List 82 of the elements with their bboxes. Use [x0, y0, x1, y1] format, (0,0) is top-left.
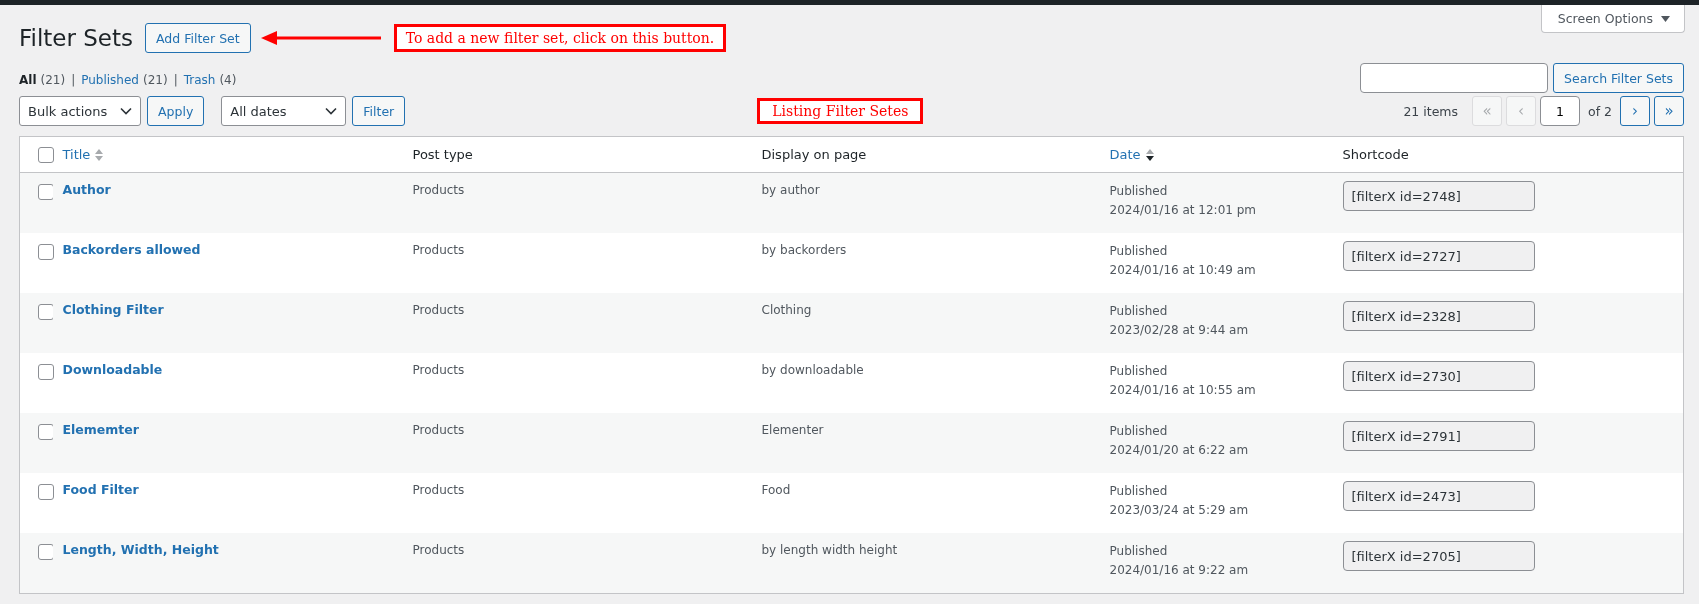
shortcode-field[interactable]: [filterX id=2473] [1342, 481, 1535, 511]
view-count: (21) [143, 73, 168, 87]
status-text: Published [1109, 543, 1169, 560]
post-type-text: Products [412, 543, 465, 557]
shortcode-field[interactable]: [filterX id=2705] [1342, 541, 1535, 571]
date-text: 2023/03/24 at 5:29 am [1109, 502, 1250, 519]
triangle-down-icon [1661, 15, 1670, 22]
view-count: (4) [219, 73, 237, 87]
row-checkbox[interactable] [38, 244, 54, 260]
title-link[interactable]: Food Filter [62, 482, 139, 497]
column-header: Shortcode [1342, 147, 1409, 162]
shortcode-field[interactable]: [filterX id=2748] [1342, 181, 1535, 211]
page-nav-button[interactable]: » [1654, 96, 1684, 126]
row-checkbox[interactable] [38, 484, 54, 500]
date-text: 2024/01/16 at 10:49 am [1109, 262, 1257, 279]
title-link[interactable]: Downloadable [62, 362, 163, 377]
page-nav-button[interactable]: › [1620, 96, 1650, 126]
column-header: Display on page [761, 147, 867, 162]
status-text: Published [1109, 483, 1169, 500]
row-checkbox[interactable] [38, 304, 54, 320]
filter-button[interactable]: Filter [352, 96, 406, 126]
post-type-text: Products [412, 483, 465, 497]
chevron-down-icon [325, 107, 338, 115]
status-text: Published [1109, 363, 1169, 380]
title-link[interactable]: Length, Width, Height [62, 542, 219, 557]
title-link[interactable]: Author [62, 182, 111, 197]
post-type-text: Products [412, 183, 465, 197]
post-type-text: Products [412, 243, 465, 257]
status-text: Published [1109, 183, 1169, 200]
shortcode-field[interactable]: [filterX id=2727] [1342, 241, 1535, 271]
select-all-checkbox[interactable] [38, 146, 54, 163]
page-title: Filter Sets [19, 25, 134, 51]
page-total: of 2 [1588, 103, 1612, 119]
chevron-down-icon [120, 107, 132, 115]
display-page-text: by author [761, 183, 820, 197]
post-type-text: Products [412, 303, 465, 317]
display-page-text: Clothing [761, 303, 812, 317]
post-type-text: Products [412, 363, 465, 377]
annotation-note: To add a new filter set, click on this button. [393, 24, 727, 52]
page-number-field[interactable]: 1 [1540, 96, 1580, 126]
shortcode-field[interactable]: [filterX id=2328] [1342, 301, 1535, 331]
display-page-text: by length width height [761, 543, 898, 557]
view-link[interactable]: Published [81, 73, 139, 87]
search-button[interactable]: Search Filter Sets [1553, 63, 1684, 93]
column-header[interactable]: Title [62, 147, 91, 162]
screen-options-button[interactable]: Screen Options [1540, 5, 1685, 33]
dropdown[interactable]: All dates [221, 96, 347, 126]
separator: | [173, 73, 178, 87]
date-text: 2024/01/20 at 6:22 am [1109, 442, 1250, 459]
date-text: 2024/01/16 at 9:22 am [1109, 562, 1250, 579]
separator: | [71, 73, 76, 87]
title-link[interactable]: Clothing Filter [62, 302, 164, 317]
search-field[interactable] [1360, 63, 1549, 93]
dropdown[interactable]: Bulk actions [19, 96, 141, 126]
post-type-text: Products [412, 423, 465, 437]
display-page-text: Elementer [761, 423, 824, 437]
view-link[interactable]: Trash [183, 73, 216, 87]
date-text: 2023/02/28 at 9:44 am [1109, 322, 1250, 339]
date-text: 2024/01/16 at 10:55 am [1109, 382, 1257, 399]
column-header[interactable]: Date [1109, 147, 1141, 162]
row-checkbox[interactable] [38, 424, 54, 440]
row-checkbox[interactable] [38, 184, 54, 200]
shortcode-field[interactable]: [filterX id=2730] [1342, 361, 1535, 391]
view-count: (21) [40, 73, 66, 87]
row-checkbox[interactable] [38, 364, 54, 380]
annotation-note: Listing Filter Setes [757, 98, 924, 124]
items-count: 21 items [1403, 103, 1458, 119]
shortcode-field[interactable]: [filterX id=2791] [1342, 421, 1535, 451]
view-link[interactable]: All [19, 73, 37, 87]
status-text: Published [1109, 243, 1169, 260]
display-page-text: by downloadable [761, 363, 864, 377]
column-header: Post type [412, 147, 473, 162]
status-text: Published [1109, 303, 1169, 320]
row-checkbox[interactable] [38, 544, 54, 560]
apply-button[interactable]: Apply [147, 96, 205, 126]
title-link[interactable]: Backorders allowed [62, 242, 201, 257]
add-filter-set-button[interactable]: Add Filter Set [145, 23, 251, 53]
display-page-text: by backorders [761, 243, 847, 257]
display-page-text: Food [761, 483, 791, 497]
date-text: 2024/01/16 at 12:01 pm [1109, 202, 1258, 219]
status-text: Published [1109, 423, 1169, 440]
title-link[interactable]: Elememter [62, 422, 139, 437]
